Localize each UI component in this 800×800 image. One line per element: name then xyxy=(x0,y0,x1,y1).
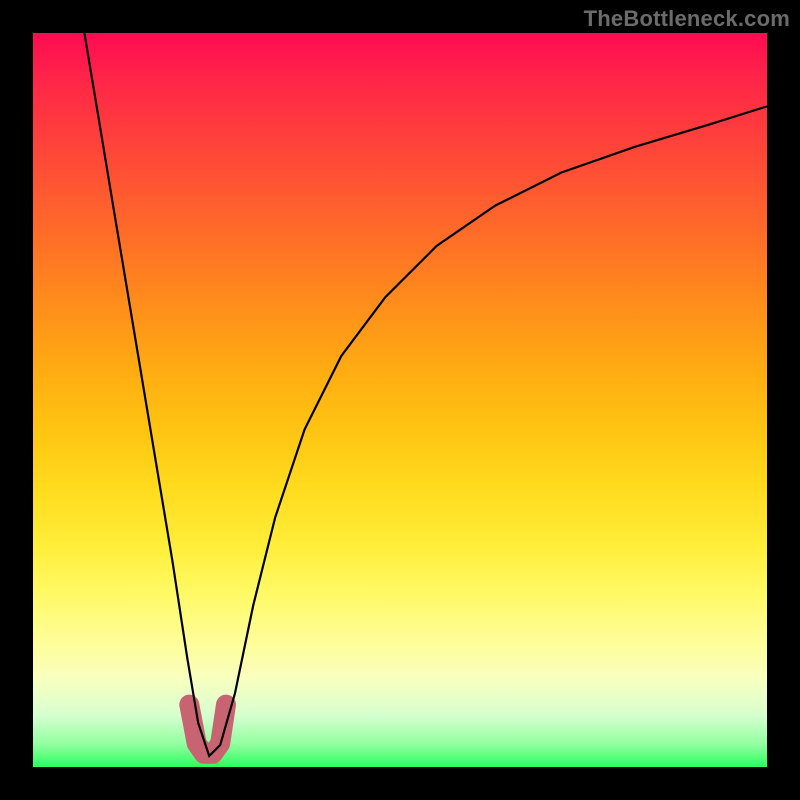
bottleneck-curve xyxy=(84,33,767,756)
chart-frame: TheBottleneck.com xyxy=(0,0,800,800)
watermark-text: TheBottleneck.com xyxy=(584,6,790,32)
optimal-region-marker xyxy=(189,705,226,754)
plot-area xyxy=(33,33,767,767)
curve-layer xyxy=(33,33,767,767)
